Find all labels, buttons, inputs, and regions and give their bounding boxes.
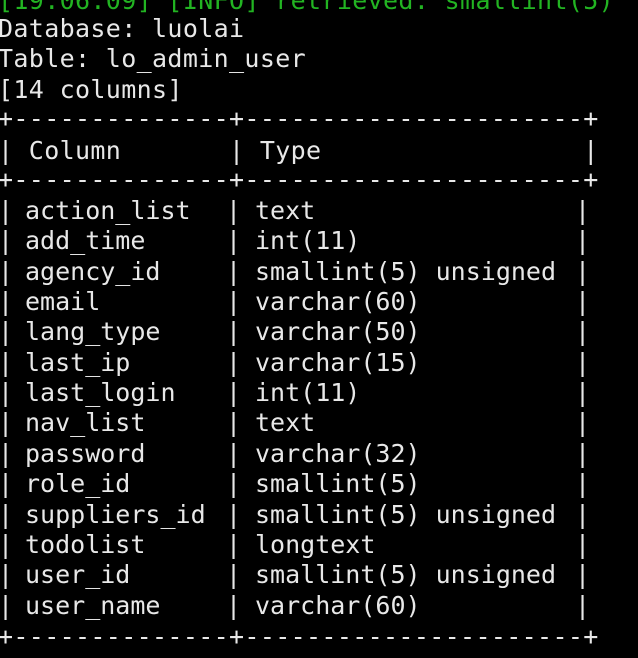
column-name-cell: user_id bbox=[25, 560, 131, 589]
column-name-cell: suppliers_id bbox=[25, 500, 206, 529]
row-border-left: | bbox=[0, 226, 14, 255]
row-border-middle: | bbox=[226, 196, 242, 225]
table-row: | | | todolist longtext bbox=[0, 530, 638, 560]
column-type-cell: smallint(5) unsigned bbox=[255, 560, 557, 589]
column-name-cell: add_time bbox=[25, 226, 146, 255]
row-border-left: | bbox=[0, 348, 14, 377]
row-border-middle: | bbox=[226, 469, 242, 498]
table-row: | | | add_time int(11) bbox=[0, 226, 638, 256]
column-type-cell: smallint(5) unsigned bbox=[255, 257, 557, 286]
row-border-right: | bbox=[575, 469, 591, 498]
row-border-middle: | bbox=[226, 348, 242, 377]
row-border-right: | bbox=[575, 257, 591, 286]
row-border-right: | bbox=[575, 348, 591, 377]
row-border-left: | bbox=[0, 500, 14, 529]
row-border-left: | bbox=[0, 408, 14, 437]
row-border-right: | bbox=[575, 196, 591, 225]
row-border-middle: | bbox=[226, 591, 242, 620]
column-name-cell: password bbox=[25, 439, 146, 468]
column-name-cell: agency_id bbox=[25, 257, 161, 286]
row-border-middle: | bbox=[226, 408, 242, 437]
column-type-cell: longtext bbox=[255, 530, 376, 559]
database-line: Database: luolai bbox=[0, 14, 245, 43]
column-name-cell: email bbox=[25, 287, 101, 316]
column-name-cell: lang_type bbox=[25, 317, 161, 346]
row-border-left: | bbox=[0, 530, 14, 559]
table-border-header: +--------------+----------------------+ bbox=[0, 165, 599, 194]
row-border-right: | bbox=[575, 408, 591, 437]
column-type-cell: smallint(5) bbox=[255, 469, 421, 498]
column-name-cell: last_ip bbox=[25, 348, 131, 377]
row-border-right: | bbox=[575, 317, 591, 346]
row-border-left: | bbox=[0, 257, 14, 286]
table-row: | | | password varchar(32) bbox=[0, 439, 638, 469]
column-name-cell: action_list bbox=[25, 196, 191, 225]
column-name-cell: todolist bbox=[25, 530, 146, 559]
row-border-middle: | bbox=[226, 439, 242, 468]
row-border-middle: | bbox=[226, 257, 242, 286]
row-border-right: | bbox=[575, 439, 591, 468]
table-row: | | | nav_list text bbox=[0, 408, 638, 438]
row-border-right: | bbox=[575, 500, 591, 529]
table-row: | | | role_id smallint(5) bbox=[0, 469, 638, 499]
table-row: | | | last_login int(11) bbox=[0, 378, 638, 408]
column-name-cell: nav_list bbox=[25, 408, 146, 437]
row-border-right: | bbox=[575, 560, 591, 589]
row-border-left: | bbox=[0, 196, 14, 225]
row-border-right: | bbox=[575, 226, 591, 255]
table-border-bottom: +--------------+----------------------+ bbox=[0, 622, 599, 651]
table-border-top: +--------------+----------------------+ bbox=[0, 104, 599, 133]
column-type-cell: varchar(15) bbox=[255, 348, 421, 377]
column-type-cell: text bbox=[255, 408, 316, 437]
columns-count-line: [14 columns] bbox=[0, 75, 183, 104]
row-border-right: | bbox=[575, 378, 591, 407]
table-row: | | | user_id smallint(5) unsigned bbox=[0, 560, 638, 590]
column-name-cell: user_name bbox=[25, 591, 161, 620]
column-type-cell: smallint(5) unsigned bbox=[255, 500, 557, 529]
table-row: | | | agency_id smallint(5) unsigned bbox=[0, 257, 638, 287]
column-type-cell: int(11) bbox=[255, 226, 361, 255]
row-border-left: | bbox=[0, 560, 14, 589]
column-type-cell: varchar(60) bbox=[255, 591, 421, 620]
table-row: | | | email varchar(60) bbox=[0, 287, 638, 317]
row-border-right: | bbox=[575, 287, 591, 316]
row-border-left: | bbox=[0, 378, 14, 407]
row-border-middle: | bbox=[226, 560, 242, 589]
row-border-middle: | bbox=[226, 287, 242, 316]
column-name-cell: role_id bbox=[25, 469, 131, 498]
row-border-left: | bbox=[0, 287, 14, 316]
table-row: | | | user_name varchar(60) bbox=[0, 591, 638, 621]
table-line: Table: lo_admin_user bbox=[0, 44, 307, 73]
column-type-cell: varchar(32) bbox=[255, 439, 421, 468]
table-row: | | | action_list text bbox=[0, 196, 638, 226]
column-type-cell: varchar(50) bbox=[255, 317, 421, 346]
table-row: | | | lang_type varchar(50) bbox=[0, 317, 638, 347]
terminal-window: [19:06:09] [INFO] retrieved: smallint(5)… bbox=[0, 0, 638, 658]
table-row: | | | last_ip varchar(15) bbox=[0, 348, 638, 378]
row-border-right: | bbox=[575, 591, 591, 620]
row-border-middle: | bbox=[226, 226, 242, 255]
column-type-cell: int(11) bbox=[255, 378, 361, 407]
row-border-left: | bbox=[0, 469, 14, 498]
row-border-left: | bbox=[0, 439, 14, 468]
row-border-right: | bbox=[575, 530, 591, 559]
row-border-left: | bbox=[0, 317, 14, 346]
row-border-middle: | bbox=[226, 378, 242, 407]
column-type-cell: varchar(60) bbox=[255, 287, 421, 316]
table-header-row: | Column | Type | bbox=[0, 136, 599, 165]
row-border-middle: | bbox=[226, 530, 242, 559]
table-row: | | | suppliers_id smallint(5) unsigned bbox=[0, 500, 638, 530]
row-border-left: | bbox=[0, 591, 14, 620]
column-type-cell: text bbox=[255, 196, 316, 225]
column-name-cell: last_login bbox=[25, 378, 176, 407]
row-border-middle: | bbox=[226, 317, 242, 346]
row-border-middle: | bbox=[226, 500, 242, 529]
